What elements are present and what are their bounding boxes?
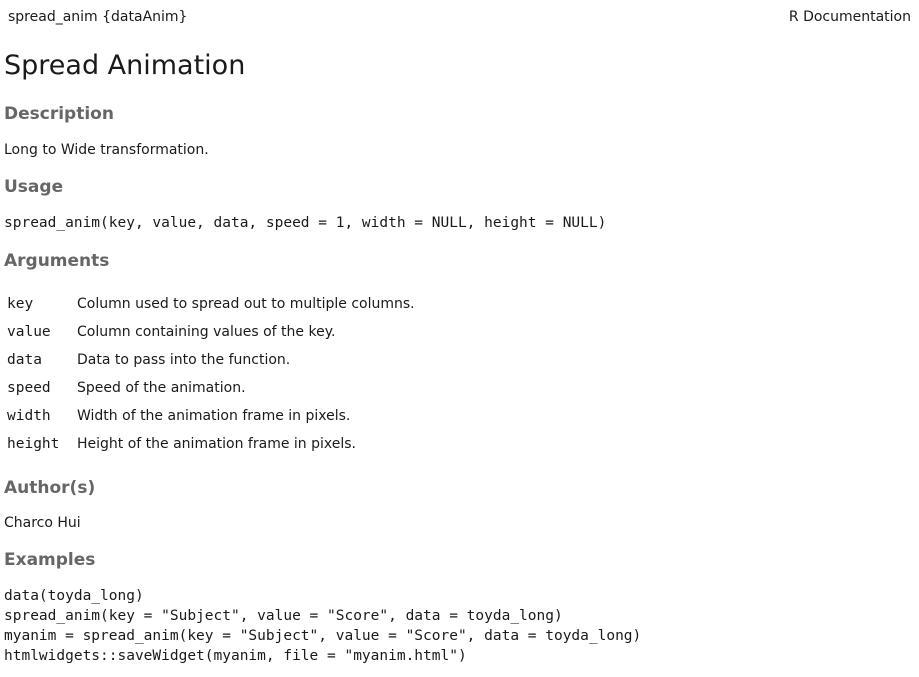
- page-title: Spread Animation: [4, 50, 246, 81]
- description-heading: Description: [4, 104, 114, 124]
- argument-row: value Column containing values of the ke…: [5, 318, 417, 346]
- example-line: data(toyda_long): [4, 588, 144, 604]
- argument-row: width Width of the animation frame in pi…: [5, 402, 417, 430]
- example-line: spread_anim(key = "Subject", value = "Sc…: [4, 608, 563, 624]
- argument-description: Column used to spread out to multiple co…: [77, 296, 415, 312]
- r-documentation-label: R Documentation: [788, 9, 911, 25]
- description-text: Long to Wide transformation.: [4, 142, 209, 158]
- examples-code: data(toyda_long) spread_anim(key = "Subj…: [4, 586, 641, 666]
- usage-code: spread_anim(key, value, data, speed = 1,…: [4, 215, 607, 231]
- argument-row: key Column used to spread out to multipl…: [5, 290, 417, 318]
- argument-name: value: [7, 324, 51, 340]
- argument-description: Speed of the animation.: [77, 380, 246, 396]
- argument-row: height Height of the animation frame in …: [5, 430, 417, 458]
- examples-heading: Examples: [4, 550, 96, 570]
- r-documentation-page: spread_anim {dataAnim} R Documentation S…: [0, 0, 919, 677]
- example-line: myanim = spread_anim(key = "Subject", va…: [4, 628, 642, 644]
- argument-name: height: [7, 436, 60, 452]
- usage-heading: Usage: [4, 177, 64, 197]
- argument-row: data Data to pass into the function.: [5, 346, 417, 374]
- example-line: htmlwidgets::saveWidget(myanim, file = "…: [4, 648, 467, 664]
- arguments-heading: Arguments: [4, 251, 110, 271]
- arguments-table: key Column used to spread out to multipl…: [5, 290, 417, 458]
- argument-row: speed Speed of the animation.: [5, 374, 417, 402]
- argument-description: Width of the animation frame in pixels.: [77, 408, 351, 424]
- argument-description: Column containing values of the key.: [77, 324, 336, 340]
- argument-description: Data to pass into the function.: [77, 352, 291, 368]
- argument-name: key: [7, 296, 34, 312]
- argument-description: Height of the animation frame in pixels.: [77, 436, 356, 452]
- doc-header: spread_anim {dataAnim} R Documentation: [8, 8, 911, 26]
- argument-name: width: [7, 408, 51, 424]
- argument-name: speed: [7, 380, 51, 396]
- authors-heading: Author(s): [4, 478, 96, 498]
- argument-name: data: [7, 352, 42, 368]
- topic-package-label: spread_anim {dataAnim}: [8, 9, 188, 25]
- authors-text: Charco Hui: [4, 515, 81, 531]
